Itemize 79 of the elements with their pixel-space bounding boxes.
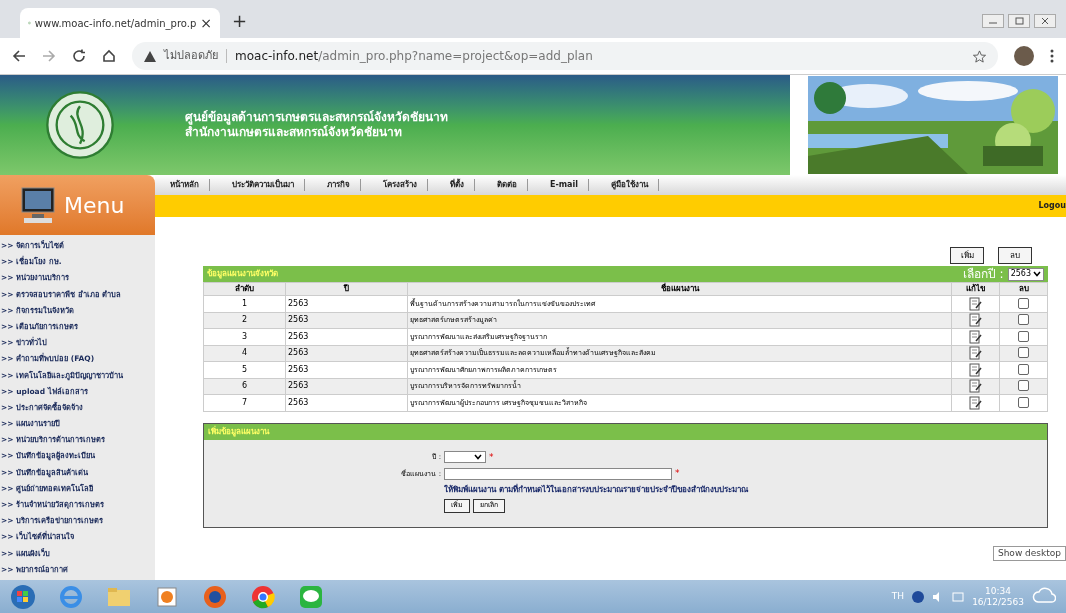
edit-icon[interactable] <box>969 346 982 361</box>
row-checkbox[interactable] <box>1018 380 1029 392</box>
tooltip: Show desktop <box>992 545 1066 561</box>
edit-icon[interactable] <box>969 395 982 410</box>
star-icon[interactable] <box>973 49 986 63</box>
column-header: ชื่อแผนงาน <box>407 282 952 296</box>
add-button[interactable]: เพิ่ม <box>950 247 984 264</box>
plan-name-field[interactable] <box>444 467 672 480</box>
nav-link[interactable]: E-mail <box>540 179 589 191</box>
computer-icon <box>20 186 56 224</box>
table-cell: 2 <box>203 312 286 329</box>
table-cell: 2563 <box>285 345 408 362</box>
warning-icon <box>144 50 156 62</box>
chat-icon[interactable] <box>298 583 324 610</box>
chevron-down-icon <box>1033 271 1041 277</box>
table-cell: 2563 <box>285 295 408 312</box>
chrome-icon[interactable] <box>250 583 276 610</box>
url-text: moac-info.net/admin_pro.php?name=project&op=add_plan <box>235 48 593 65</box>
edit-icon[interactable] <box>969 379 982 394</box>
nav-link[interactable]: ภารกิจ <box>317 179 361 191</box>
nav-link[interactable]: ติดต่อ <box>487 179 528 191</box>
column-header: ปี <box>285 282 408 296</box>
emblem-icon <box>45 90 115 160</box>
hint-text: ให้พิมพ์แผนงาน ตามที่กำหนดไว้ในเอกสารงบประมาณรายจ่ายประจำปีของสำนักงบประมาณ <box>443 483 749 496</box>
year-select[interactable]: 2563 <box>1007 267 1044 281</box>
row-checkbox[interactable] <box>1018 347 1029 359</box>
column-header: ลำดับ <box>203 282 286 296</box>
edit-icon[interactable] <box>969 296 982 311</box>
table-title: ข้อมูลแผนงานจังหวัด <box>207 268 278 280</box>
row-checkbox[interactable] <box>1018 363 1029 375</box>
site-title: สำนักงานเกษตรและสหกรณ์จังหวัดชัยนาท <box>185 125 402 140</box>
site-title: ศูนย์ข้อมูลด้านการเกษตรและสหกรณ์จังหวัดชัยนาท <box>185 110 448 125</box>
table-cell: 1 <box>203 295 286 312</box>
row-checkbox[interactable] <box>1018 297 1029 309</box>
row-checkbox[interactable] <box>1018 330 1029 342</box>
row-checkbox[interactable] <box>1018 396 1029 408</box>
start-button[interactable] <box>10 583 36 610</box>
avatar-icon[interactable] <box>1014 46 1034 66</box>
reload-icon[interactable] <box>72 49 86 63</box>
security-label[interactable]: ไม่ปลอดภัย <box>164 47 218 65</box>
back-icon[interactable] <box>12 49 26 63</box>
tab-title: www.moac-info.net/admin_pro.p <box>34 16 197 31</box>
column-header: ลบ <box>999 282 1048 296</box>
edit-icon[interactable] <box>969 313 982 328</box>
nav-link[interactable]: หน้าหลัก <box>160 179 210 191</box>
close-icon[interactable] <box>1034 14 1056 28</box>
table-cell: 2563 <box>285 312 408 329</box>
required-mark: * <box>489 450 494 464</box>
address-bar[interactable]: ไม่ปลอดภัย moac-info.net/admin_pro.php?name=project&op=add_plan <box>132 42 998 70</box>
table-cell: 6 <box>203 378 286 395</box>
table-cell: 2563 <box>285 378 408 395</box>
table-cell: 2563 <box>285 361 408 378</box>
required-mark: * <box>675 467 680 480</box>
row-checkbox[interactable] <box>1018 314 1029 326</box>
table-cell: 7 <box>203 394 286 411</box>
delete-button[interactable]: ลบ <box>998 247 1032 264</box>
edit-icon[interactable] <box>969 362 982 377</box>
year-dropdown[interactable] <box>444 451 486 464</box>
year-filter-label: เลือกปี : <box>962 266 1004 283</box>
table-cell: 4 <box>203 345 286 362</box>
table-cell: 2563 <box>285 328 408 345</box>
table-cell: 3 <box>203 328 286 345</box>
nav-link[interactable]: โครงสร้าง <box>373 179 428 191</box>
nav-link[interactable]: ประวัติความเป็นมา <box>222 179 305 191</box>
form-title: เพิ่มข้อมูลแผนงาน <box>208 425 269 438</box>
browser-tab[interactable]: www.moac-info.net/admin_pro.p × <box>20 8 220 38</box>
new-tab-button[interactable]: + <box>232 7 248 34</box>
logout-link[interactable]: Logou <box>1038 200 1066 212</box>
chevron-down-icon <box>474 454 482 461</box>
nav-link[interactable]: ที่ตั้ง <box>440 179 475 191</box>
more-icon[interactable] <box>1050 49 1054 63</box>
menu-title: Menu <box>64 191 125 220</box>
edit-icon[interactable] <box>969 329 982 344</box>
home-icon[interactable] <box>102 49 116 63</box>
close-tab-button[interactable]: × <box>200 12 212 34</box>
column-header: แก้ไข <box>951 282 1000 296</box>
nav-link[interactable]: คู่มือใช้งาน <box>601 179 659 191</box>
table-cell: 5 <box>203 361 286 378</box>
table-cell: 2563 <box>285 394 408 411</box>
